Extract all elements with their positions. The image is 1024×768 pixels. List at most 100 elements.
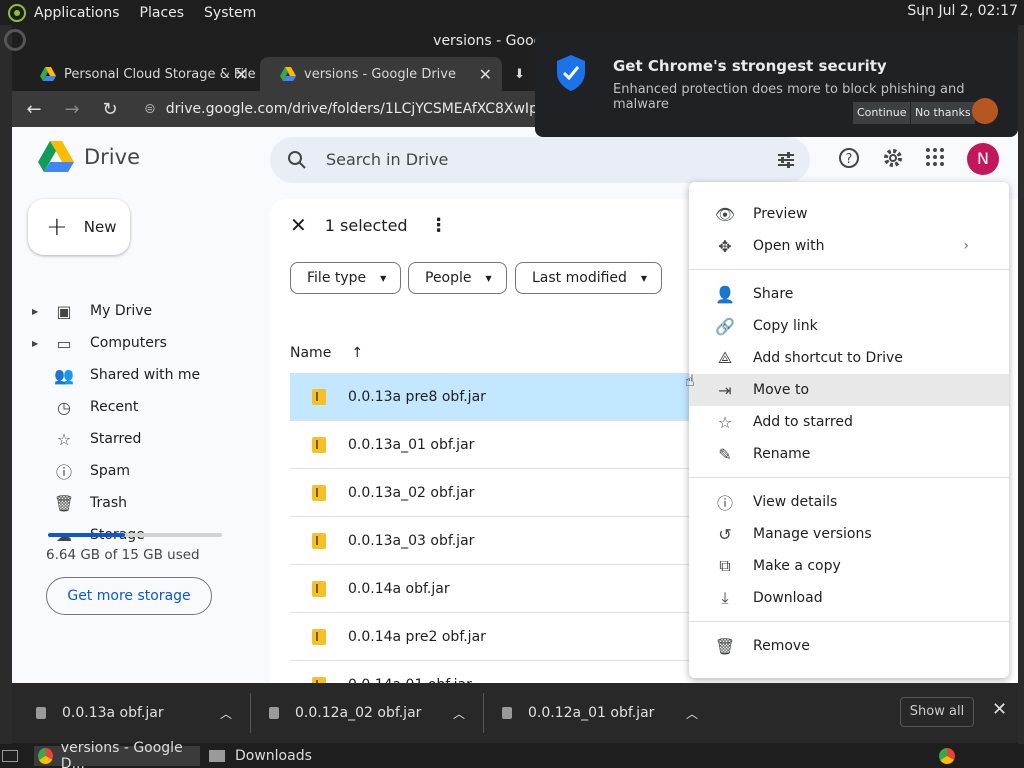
chip-label: People bbox=[425, 270, 472, 286]
settings-gear-icon[interactable] bbox=[882, 147, 904, 169]
menu-item-preview[interactable]: 👁 Preview bbox=[689, 198, 1009, 230]
clock-icon: ◷ bbox=[57, 397, 71, 417]
menu-item-move-to[interactable]: ⇥ Move to bbox=[689, 374, 1009, 406]
menu-item-remove[interactable]: 🗑 Remove bbox=[689, 630, 1009, 662]
file-name: 0.0.13a_01 obf.jar bbox=[348, 436, 475, 453]
site-info-icon[interactable]: ⊜ bbox=[144, 101, 156, 117]
address-bar[interactable]: ⊜ drive.google.com/drive/folders/1LCjYCSM… bbox=[144, 101, 579, 117]
forward-icon[interactable]: → bbox=[56, 99, 88, 120]
clock[interactable]: Sun Jul 2, 02:17 bbox=[907, 3, 1018, 19]
chevron-up-icon[interactable]: ︿ bbox=[453, 705, 465, 722]
menu-item-download[interactable]: ⤓ Download bbox=[689, 582, 1009, 614]
places-menu[interactable]: Places bbox=[140, 5, 185, 21]
menu-item-share[interactable]: 👤 Share bbox=[689, 278, 1009, 310]
tab-versions[interactable]: versions - Google Drive ✕ bbox=[260, 57, 502, 91]
no-thanks-button[interactable]: No thanks bbox=[911, 102, 975, 124]
distro-logo-icon[interactable] bbox=[8, 3, 26, 22]
tray-chrome-icon[interactable] bbox=[936, 746, 958, 766]
clear-selection-icon[interactable]: ✕ bbox=[290, 213, 307, 237]
help-icon[interactable]: ? bbox=[838, 147, 860, 169]
menu-item-copy-link[interactable]: 🔗 Copy link bbox=[689, 310, 1009, 342]
drive-favicon-icon bbox=[40, 67, 56, 81]
more-actions-icon[interactable]: ⋮ bbox=[430, 215, 448, 236]
divider bbox=[250, 693, 251, 733]
menu-item-add-shortcut-to-drive[interactable]: ⟁ Add shortcut to Drive bbox=[689, 342, 1009, 374]
menu-item-label: Add shortcut to Drive bbox=[753, 350, 903, 366]
taskbar-item-downloads[interactable]: Downloads bbox=[205, 746, 335, 766]
search-options-icon[interactable] bbox=[776, 150, 796, 170]
drive-logo[interactable]: Drive bbox=[38, 141, 140, 173]
menu-item-label: Rename bbox=[753, 446, 811, 462]
show-all-button[interactable]: Show all bbox=[900, 697, 974, 727]
get-more-storage-button[interactable]: Get more storage bbox=[46, 577, 212, 615]
open-with-icon: ✥ bbox=[718, 236, 732, 256]
menu-divider bbox=[689, 621, 1009, 622]
profile-avatar-icon[interactable] bbox=[972, 98, 998, 124]
close-shelf-icon[interactable]: ✕ bbox=[992, 699, 1007, 720]
sidebar-item-starred[interactable]: ☆ Starred bbox=[32, 425, 142, 453]
jar-file-icon bbox=[312, 436, 326, 453]
filter-people[interactable]: People ▼ bbox=[408, 262, 507, 294]
menu-item-label: Add to starred bbox=[753, 414, 853, 430]
menu-item-add-to-starred[interactable]: ☆ Add to starred bbox=[689, 406, 1009, 438]
chevron-right-icon: › bbox=[963, 238, 969, 254]
expand-caret-icon[interactable]: ▶ bbox=[32, 307, 42, 316]
menu-item-rename[interactable]: ✎ Rename bbox=[689, 438, 1009, 470]
taskbar-item-chrome[interactable]: versions - Google D... bbox=[34, 740, 200, 768]
applications-menu[interactable]: Applications bbox=[34, 5, 120, 21]
sidebar-item-shared-with-me[interactable]: 👥 Shared with me bbox=[32, 361, 200, 389]
menu-item-label: Move to bbox=[753, 382, 810, 398]
chip-label: File type bbox=[307, 270, 367, 286]
name-column-header[interactable]: Name ↑ bbox=[290, 345, 363, 361]
apps-grid-icon[interactable] bbox=[925, 147, 945, 167]
search-bar[interactable]: Search in Drive bbox=[270, 137, 810, 183]
menu-item-manage-versions[interactable]: ↺ Manage versions bbox=[689, 518, 1009, 550]
sidebar-item-recent[interactable]: ◷ Recent bbox=[32, 393, 138, 421]
new-button[interactable]: + New bbox=[28, 199, 130, 255]
jar-file-icon bbox=[312, 532, 326, 549]
search-input[interactable]: Search in Drive bbox=[326, 150, 448, 169]
trash-icon: 🗑 bbox=[53, 493, 75, 513]
filter-file-type[interactable]: File type ▼ bbox=[290, 262, 402, 294]
top-panel: Applications Places System Sun Jul 2, 02… bbox=[0, 0, 1024, 25]
sort-ascending-icon[interactable]: ↑ bbox=[351, 345, 363, 361]
sidebar-item-spam[interactable]: ⓘ Spam bbox=[32, 457, 130, 485]
filter-last-modified[interactable]: Last modified ▼ bbox=[515, 262, 663, 294]
system-menu[interactable]: System bbox=[204, 5, 256, 21]
expand-caret-icon[interactable]: ▶ bbox=[32, 339, 42, 348]
sidebar-item-trash[interactable]: 🗑 Trash bbox=[32, 489, 127, 517]
file-icon bbox=[502, 707, 512, 719]
back-icon[interactable]: ← bbox=[18, 99, 50, 120]
close-tab-icon[interactable]: ✕ bbox=[479, 65, 492, 84]
column-label: Name bbox=[290, 345, 332, 361]
folder-icon bbox=[209, 750, 225, 762]
chevron-up-icon[interactable]: ︿ bbox=[686, 705, 698, 722]
download-icon: ⤓ bbox=[721, 588, 729, 607]
sidebar-item-computers[interactable]: ▶ ▭ Computers bbox=[32, 329, 167, 357]
menu-item-open-with[interactable]: ✥ Open with › bbox=[689, 230, 1009, 262]
sidebar-item-label: Trash bbox=[90, 495, 127, 511]
menu-item-view-details[interactable]: ⓘ View details bbox=[689, 486, 1009, 518]
storage-meter bbox=[48, 533, 222, 537]
pencil-icon: ✎ bbox=[718, 444, 732, 464]
drive-brand: Drive bbox=[84, 145, 140, 169]
chevron-up-icon[interactable]: ︿ bbox=[220, 705, 232, 722]
file-name: 0.0.13a_02 obf.jar bbox=[348, 484, 475, 501]
hand-cursor-icon: ☝ bbox=[685, 371, 695, 390]
download-item[interactable]: 0.0.12a_01 obf.jar ︿ bbox=[502, 683, 698, 743]
download-item[interactable]: 0.0.12a_02 obf.jar ︿ bbox=[269, 683, 465, 743]
sidebar-item-label: Computers bbox=[90, 335, 167, 351]
window-menu-icon[interactable] bbox=[4, 29, 26, 51]
continue-button[interactable]: Continue bbox=[853, 102, 911, 124]
menu-item-make-a-copy[interactable]: ⧉ Make a copy bbox=[689, 550, 1009, 582]
reload-icon[interactable]: ↻ bbox=[94, 99, 126, 120]
sidebar-item-my-drive[interactable]: ▶ ▣ My Drive bbox=[32, 297, 152, 325]
account-avatar[interactable]: N bbox=[967, 143, 999, 175]
download-filename: 0.0.13a obf.jar bbox=[62, 705, 164, 721]
close-tab-icon[interactable]: ✕ bbox=[235, 65, 248, 84]
download-item[interactable]: 0.0.13a obf.jar ︿ bbox=[36, 683, 232, 743]
show-desktop-icon[interactable] bbox=[2, 746, 22, 766]
tab-personal-cloud[interactable]: Personal Cloud Storage & File ✕ bbox=[20, 57, 258, 91]
star-icon: ☆ bbox=[56, 429, 72, 449]
selection-bar: ✕ 1 selected ⋮ bbox=[290, 213, 448, 237]
